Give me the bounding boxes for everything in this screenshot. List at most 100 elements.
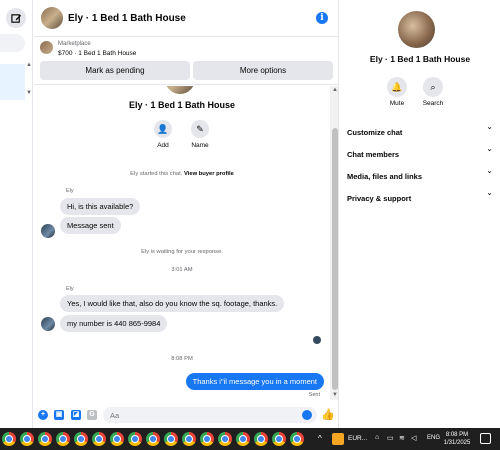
chevron-down-icon: ⌄ [486,144,493,153]
section-chat-members[interactable]: Chat members ⌄ [347,144,493,159]
gif-icon[interactable]: G [87,410,97,420]
compose-icon [10,13,21,23]
section-privacy-support[interactable]: Privacy & support ⌄ [347,188,493,203]
network-icon[interactable]: ⌂ [375,434,379,441]
sender-name: Ely [66,286,74,292]
currency-widget-icon[interactable] [332,433,344,445]
timestamp: 3:01 AM [171,267,193,273]
scroll-down-arrow[interactable]: ▼ [26,90,32,96]
conversation-panel: Ely · 1 Bed 1 Bath House i Marketplace $… [34,0,338,428]
add-button[interactable]: 👤 Add [143,120,183,149]
incoming-message: my number is 440 865-9984 [60,315,168,332]
chat-started-notice: Ely started this chat. View buyer profil… [34,171,330,177]
chrome-icon[interactable] [290,432,304,446]
taskbar: ^ EUR... ⌂ ▭ ≋ ◁ ENG 8:08 PM 1/31/2025 [0,428,500,450]
chrome-icon[interactable] [56,432,70,446]
chrome-icon[interactable] [236,432,250,446]
chrome-icon[interactable] [272,432,286,446]
scroll-up-arrow[interactable]: ▲ [26,62,32,68]
compose-button[interactable] [6,8,26,28]
avatar [165,86,195,94]
chrome-icon[interactable] [110,432,124,446]
avatar[interactable] [41,7,63,29]
chat-started-text: Ely started this chat. [130,171,183,177]
clock-date: 1/31/2025 [443,440,471,446]
chrome-icon[interactable] [254,432,268,446]
section-customize-chat[interactable]: Customize chat ⌄ [347,122,493,137]
avatar[interactable] [41,317,55,331]
message-input[interactable] [103,407,317,423]
chrome-icon[interactable] [164,432,178,446]
chrome-icon[interactable] [20,432,34,446]
mute-button[interactable]: 🔔 Mute [377,77,417,107]
conversation-title[interactable]: Ely · 1 Bed 1 Bath House [68,13,186,24]
image-icon[interactable]: ▣ [54,410,64,420]
chrome-icon[interactable] [182,432,196,446]
chat-list-sidebar: ▲ ▼ [0,0,33,428]
chrome-icon[interactable] [74,432,88,446]
language-indicator[interactable]: ENG [427,435,440,441]
mark-as-pending-button[interactable]: Mark as pending [40,61,190,80]
more-options-button[interactable]: More options [193,61,333,80]
avatar[interactable] [41,224,55,238]
volume-icon[interactable]: ◁ [411,434,416,442]
clock[interactable]: 8:08 PM 1/31/2025 [442,431,472,447]
sticker-icon[interactable]: ◪ [71,410,81,420]
chevron-down-icon: ⌄ [486,122,493,131]
listing-price-title[interactable]: $700 · 1 Bed 1 Bath House [58,50,136,57]
message-composer: + ▣ ◪ G 👍 [34,402,338,428]
currency-widget-label[interactable]: EUR... [348,435,367,442]
bell-icon: 🔔 [387,77,407,97]
search-button[interactable]: ⌕ Search [413,77,453,107]
view-buyer-profile-link[interactable]: View buyer profile [184,171,234,177]
conversation-header: Ely · 1 Bed 1 Bath House i [34,0,338,37]
pencil-icon: ✎ [191,120,209,138]
marketplace-banner: Marketplace $700 · 1 Bed 1 Bath House Ma… [34,37,338,85]
section-label: Chat members [347,150,400,159]
chevron-down-icon: ⌄ [486,166,493,175]
chrome-icon[interactable] [38,432,52,446]
message-list: Ely · 1 Bed 1 Bath House 👤 Add ✎ Name El… [34,86,338,400]
wifi-icon[interactable]: ≋ [399,434,405,442]
chrome-icon[interactable] [92,432,106,446]
chrome-icon[interactable] [218,432,232,446]
add-person-icon: 👤 [154,120,172,138]
timestamp: 8:08 PM [171,356,193,362]
chrome-icon[interactable] [128,432,142,446]
conversation-details-panel: Ely · 1 Bed 1 Bath House 🔔 Mute ⌕ Search… [338,0,500,428]
search-icon: ⌕ [423,77,443,97]
chevron-down-icon: ⌄ [486,188,493,197]
chrome-icon[interactable] [2,432,16,446]
name-button[interactable]: ✎ Name [180,120,220,149]
seen-indicator-avatar [313,336,321,344]
section-label: Media, files and links [347,172,423,181]
add-label: Add [157,142,169,149]
intro-name: Ely · 1 Bed 1 Bath House [128,100,236,110]
messenger-window: ▲ ▼ Ely · 1 Bed 1 Bath House i Marketpla… [0,0,500,450]
chrome-icon[interactable] [146,432,160,446]
chevron-up-icon[interactable]: ^ [318,434,322,443]
info-icon[interactable]: i [316,12,328,24]
sent-status: Sent [308,392,320,398]
marketplace-label: Marketplace [58,41,91,47]
thumbs-up-icon[interactable]: 👍 [321,408,335,421]
plus-icon[interactable]: + [38,410,48,420]
chrome-icon[interactable] [200,432,214,446]
clock-time: 8:08 PM [445,432,469,438]
selected-conversation[interactable] [0,64,25,100]
name-label: Name [191,142,209,149]
emoji-icon[interactable] [302,410,312,420]
camera-icon[interactable]: ▭ [387,434,394,442]
incoming-message: Yes, I would like that, also do you know… [60,295,285,312]
waiting-notice: Ely is waiting for your response. [141,249,223,255]
details-title: Ely · 1 Bed 1 Bath House [369,54,471,64]
search-chats-field[interactable] [0,34,25,52]
section-media-files-links[interactable]: Media, files and links ⌄ [347,166,493,181]
outgoing-message: Thanks i"il message you in a moment [185,373,324,390]
notification-icon[interactable] [480,433,491,444]
listing-thumbnail[interactable] [40,41,53,54]
avatar[interactable] [398,11,435,48]
mute-label: Mute [389,100,405,107]
incoming-message: Message sent [60,217,121,234]
sender-name: Ely [66,188,74,194]
